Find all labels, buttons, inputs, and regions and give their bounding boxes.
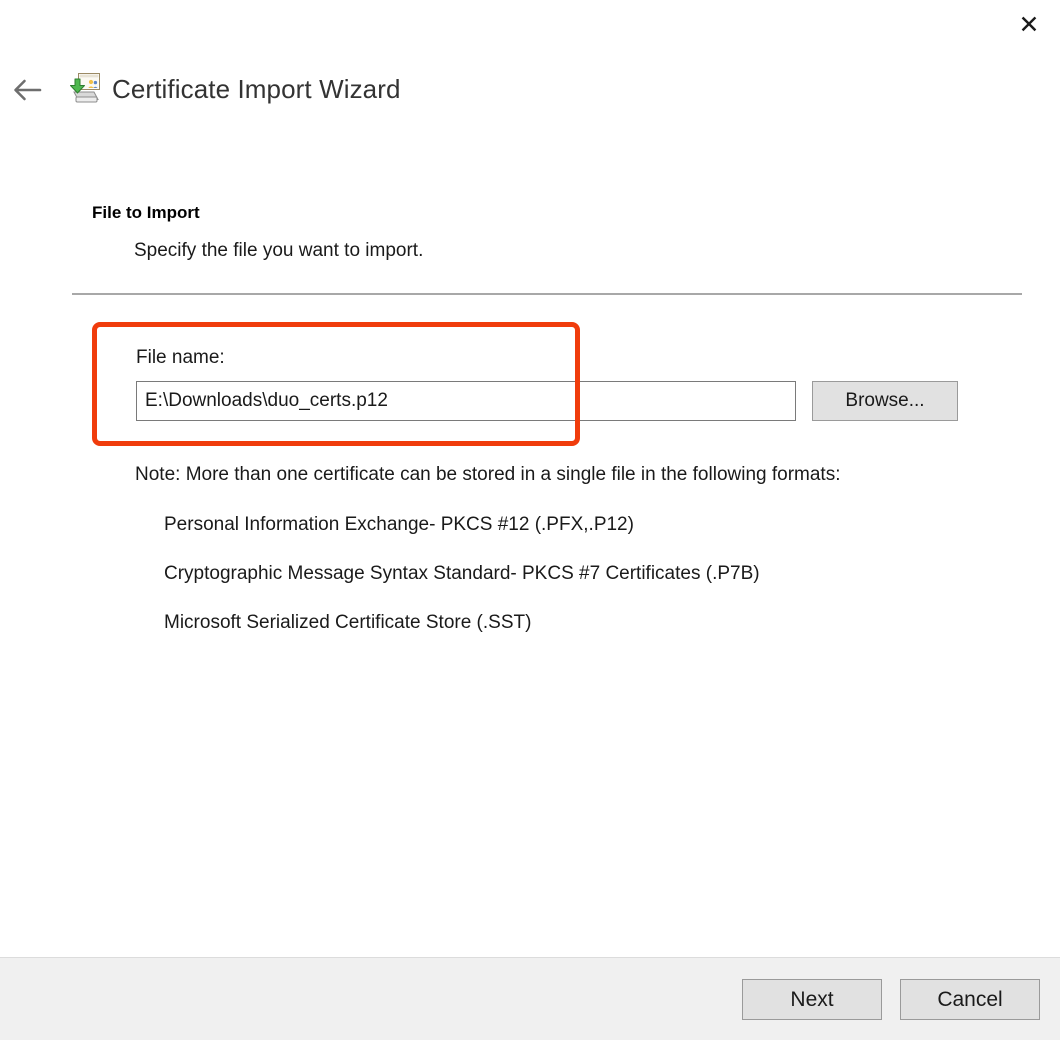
wizard-titlebar: ✕ Certificate Import Wizard: [0, 0, 1060, 130]
file-name-input[interactable]: [136, 381, 796, 421]
back-button[interactable]: [8, 70, 48, 110]
certificate-import-wizard-window: ✕ Certificate Import Wizard File to Impo…: [0, 0, 1060, 1040]
page-heading: File to Import: [92, 203, 200, 222]
certificate-import-icon: [70, 73, 100, 103]
close-icon: ✕: [1018, 9, 1040, 39]
close-button[interactable]: ✕: [1006, 2, 1052, 46]
wizard-footer: Next Cancel: [0, 957, 1060, 1040]
supported-formats-list: Personal Information Exchange- PKCS #12 …: [164, 512, 760, 659]
note-intro-text: Note: More than one certificate can be s…: [135, 464, 841, 485]
list-item: Cryptographic Message Syntax Standard- P…: [164, 563, 760, 584]
list-item: Personal Information Exchange- PKCS #12 …: [164, 514, 634, 535]
header-divider: [72, 293, 1022, 295]
next-button[interactable]: Next: [742, 979, 882, 1020]
wizard-page-body: File to Import Specify the file you want…: [0, 130, 1060, 957]
wizard-title: Certificate Import Wizard: [112, 74, 401, 104]
page-subheading: Specify the file you want to import.: [134, 240, 424, 261]
browse-button[interactable]: Browse...: [812, 381, 958, 421]
cancel-button[interactable]: Cancel: [900, 979, 1040, 1020]
list-item: Microsoft Serialized Certificate Store (…: [164, 612, 532, 633]
file-name-label: File name:: [136, 347, 225, 368]
back-arrow-icon: [14, 79, 42, 101]
